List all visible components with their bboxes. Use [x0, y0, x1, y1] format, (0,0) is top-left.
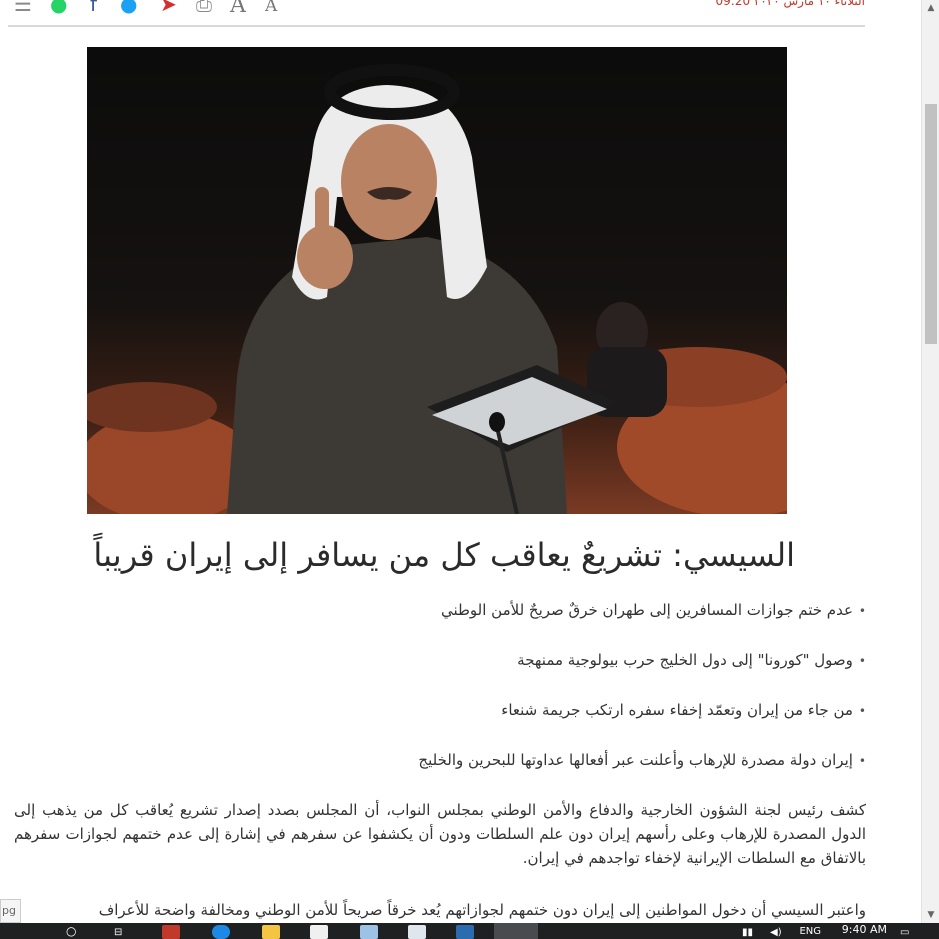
bullet-icon: •	[858, 754, 866, 768]
bullet-icon: •	[858, 704, 866, 718]
facebook-icon[interactable]: f	[90, 0, 97, 14]
notifications-icon[interactable]: ▭	[900, 927, 909, 938]
menu-icon[interactable]: ☰	[14, 0, 32, 14]
article-date: الثلاثاء ١٠ مارس ٢٠٢٠ 09:20	[715, 0, 865, 8]
scrollbar-thumb[interactable]	[925, 104, 937, 344]
photo-illustration	[87, 64, 787, 514]
taskbar-app-icon[interactable]	[162, 925, 180, 939]
chrome-taskbar-button[interactable]	[494, 923, 538, 939]
task-view-icon[interactable]: ⊟	[114, 927, 122, 938]
side-tab[interactable]: pg	[0, 899, 21, 923]
volume-icon[interactable]: ◀)	[770, 927, 782, 938]
article-highlights: • عدم ختم جوازات المسافرين إلى طهران خرقٌ…	[200, 598, 866, 798]
vertical-scrollbar[interactable]: ▲ ▼	[921, 0, 939, 923]
share-icon[interactable]: ➤	[160, 0, 177, 14]
store-icon[interactable]	[310, 925, 328, 939]
taskbar-clock[interactable]: 9:40 AM	[842, 923, 887, 936]
browser-page: ☰ ● f ● ➤ ⎙ A A الثلاثاء ١٠ مارس ٢٠٢٠ 09…	[0, 0, 921, 923]
twitter-icon[interactable]: ●	[120, 0, 137, 14]
windows-taskbar: ○ ⊟ ▮▮ ◀) ENG 9:40 AM ▭	[0, 923, 939, 939]
whatsapp-icon[interactable]: ●	[50, 0, 67, 14]
article-paragraph: كشف رئيس لجنة الشؤون الخارجية والدفاع وا…	[14, 801, 866, 867]
notepad-icon[interactable]	[408, 925, 426, 939]
language-indicator[interactable]: ENG	[799, 926, 821, 937]
edge-icon[interactable]	[212, 925, 230, 939]
highlight-text: من جاء من إيران وتعمّد إخفاء سفره ارتكب …	[501, 701, 853, 719]
paint-icon[interactable]	[360, 925, 378, 939]
article-paragraph: واعتبر السيسي أن دخول المواطنين إلى إيرا…	[98, 901, 866, 919]
highlight-text: إيران دولة مصدرة للإرهاب وأعلنت عبر أفعا…	[418, 751, 853, 769]
highlight-item: • وصول "كورونا" إلى دول الخليج حرب بيولوج…	[200, 648, 866, 698]
scroll-up-icon[interactable]: ▲	[922, 0, 939, 16]
highlight-item: • عدم ختم جوازات المسافرين إلى طهران خرقٌ…	[200, 598, 866, 648]
file-explorer-icon[interactable]	[262, 925, 280, 939]
network-icon[interactable]: ▮▮	[742, 927, 753, 938]
bullet-icon: •	[858, 654, 866, 668]
article-title: السيسي: تشريعٌ يعاقب كل من يسافر إلى إير…	[93, 536, 795, 574]
article-toolbar: ☰ ● f ● ➤ ⎙ A A الثلاثاء ١٠ مارس ٢٠٢٠ 09…	[0, 0, 921, 27]
highlight-item: • إيران دولة مصدرة للإرهاب وأعلنت عبر أفع…	[200, 748, 866, 798]
print-icon[interactable]: ⎙	[196, 0, 212, 14]
toolbar-divider	[8, 25, 865, 27]
highlight-text: عدم ختم جوازات المسافرين إلى طهران خرقٌ …	[440, 601, 853, 619]
font-increase-button[interactable]: A	[230, 0, 246, 17]
highlight-text: وصول "كورونا" إلى دول الخليج حرب بيولوجي…	[517, 651, 853, 669]
scroll-down-icon[interactable]: ▼	[922, 907, 939, 923]
highlight-item: • من جاء من إيران وتعمّد إخفاء سفره ارتكب…	[200, 698, 866, 748]
bullet-icon: •	[858, 604, 866, 618]
search-icon[interactable]: ○	[66, 924, 76, 938]
font-decrease-button[interactable]: A	[265, 0, 277, 15]
mail-icon[interactable]	[456, 925, 474, 939]
article-photo	[87, 47, 787, 514]
